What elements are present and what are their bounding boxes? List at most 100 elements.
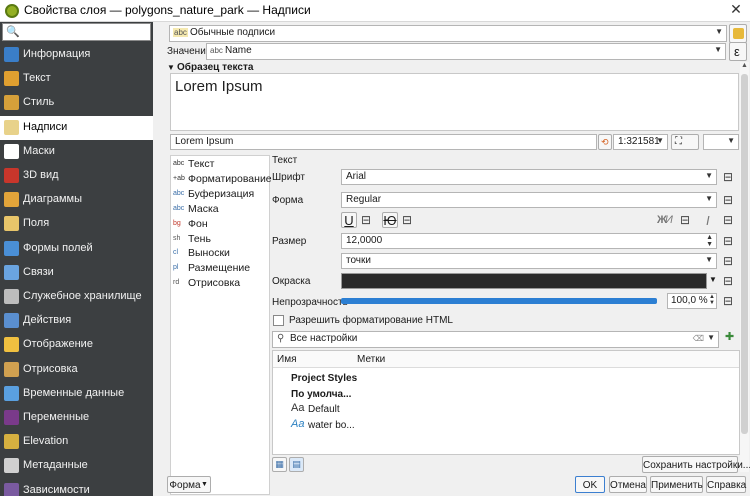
sidebar-item[interactable]: Текст bbox=[0, 67, 153, 91]
data-defined-icon[interactable]: ⊟ bbox=[723, 254, 733, 268]
list-icon: ▤ bbox=[292, 459, 301, 469]
sidebar-item[interactable]: Маски bbox=[0, 140, 153, 164]
data-defined-icon[interactable]: ⊟ bbox=[723, 170, 733, 184]
strikeout-button[interactable]: Ю bbox=[382, 212, 398, 228]
form-menu-button[interactable]: Форма ▼ bbox=[167, 476, 211, 493]
ok-button[interactable]: OK bbox=[575, 476, 605, 493]
settings-tab[interactable]: abc Буферизация bbox=[173, 188, 271, 202]
sidebar-item[interactable]: Стиль bbox=[0, 91, 153, 115]
style-manager-icon[interactable]: ✚ bbox=[725, 330, 734, 343]
sidebar-item-icon bbox=[4, 482, 19, 496]
background-color-combo[interactable]: ▼ bbox=[703, 134, 739, 150]
spin-arrows-icon[interactable]: ▲ ▼ bbox=[706, 234, 713, 248]
data-defined-icon[interactable]: ⊟ bbox=[402, 213, 412, 227]
close-icon[interactable]: ✕ bbox=[728, 1, 744, 18]
sidebar-item[interactable]: Служебное хранилище bbox=[0, 285, 153, 309]
settings-tab[interactable]: abc Текст bbox=[173, 158, 271, 172]
sidebar-item-icon bbox=[4, 410, 19, 425]
tab-label: Отрисовка bbox=[188, 277, 241, 290]
column-header-name[interactable]: Имя bbox=[277, 354, 296, 365]
sidebar-item[interactable]: Переменные bbox=[0, 406, 153, 430]
sidebar-item[interactable]: Поля bbox=[0, 212, 153, 236]
tab-label: Тень bbox=[188, 232, 211, 245]
opacity-value: 100,0 % bbox=[671, 295, 708, 306]
font-combo[interactable]: Arial ▼ bbox=[341, 169, 717, 185]
html-format-label: Разрешить форматирование HTML bbox=[289, 315, 453, 326]
tab-icon: +ab bbox=[173, 174, 185, 182]
opacity-slider[interactable] bbox=[341, 298, 657, 304]
underline-button[interactable]: U bbox=[341, 212, 357, 228]
label-mode-combo[interactable]: abc Обычные подписи ▼ bbox=[169, 25, 727, 42]
sidebar-item-icon bbox=[4, 434, 19, 450]
html-format-checkbox[interactable] bbox=[273, 315, 284, 326]
epsilon-icon: ε bbox=[734, 44, 740, 59]
paint-brush-button[interactable] bbox=[729, 24, 747, 43]
size-spinbox[interactable]: 12,0000 ▲ ▼ bbox=[341, 233, 717, 249]
expression-button[interactable]: ε bbox=[729, 42, 747, 61]
settings-tab[interactable]: pl Размещение bbox=[173, 262, 271, 276]
collapse-arrow-icon[interactable]: ▼ bbox=[167, 63, 175, 72]
table-row[interactable]: Aa water bo... bbox=[273, 418, 739, 433]
scale-combo[interactable]: 1:321581 ▼ bbox=[613, 134, 668, 150]
cancel-button[interactable]: Отмена bbox=[609, 476, 647, 493]
sidebar-item[interactable]: Информация bbox=[0, 43, 153, 67]
size-unit-combo[interactable]: точки ▼ bbox=[341, 253, 717, 269]
sidebar-item[interactable]: Метаданные bbox=[0, 454, 153, 478]
spin-arrows-icon[interactable]: ▲ ▼ bbox=[709, 294, 715, 306]
data-defined-icon[interactable]: ⊟ bbox=[723, 294, 733, 308]
settings-tab[interactable]: bg Фон bbox=[173, 218, 271, 232]
sidebar-item[interactable]: Диаграммы bbox=[0, 188, 153, 212]
sidebar-item[interactable]: Действия bbox=[0, 309, 153, 333]
font-style-combo[interactable]: Regular ▼ bbox=[341, 192, 717, 208]
settings-tab[interactable]: abc Маска bbox=[173, 203, 271, 217]
chevron-down-icon: ▼ bbox=[705, 171, 713, 180]
sample-text-input[interactable]: Lorem Ipsum bbox=[170, 134, 597, 150]
data-defined-icon[interactable]: ⊟ bbox=[723, 234, 733, 248]
value-field-combo[interactable]: abc Name ▼ bbox=[206, 43, 726, 60]
table-row[interactable]: Aa Default bbox=[273, 402, 739, 417]
list-view-button[interactable]: ▤ bbox=[289, 457, 304, 472]
tab-label: Размещение bbox=[188, 262, 251, 275]
main-scrollbar[interactable]: ▲ bbox=[740, 62, 749, 472]
settings-tab[interactable]: cl Выноски bbox=[173, 247, 271, 261]
settings-tab[interactable]: sh Тень bbox=[173, 233, 271, 247]
sample-text-value: Lorem Ipsum bbox=[175, 136, 234, 147]
tab-label: Фон bbox=[188, 217, 208, 230]
sidebar-item[interactable]: Временные данные bbox=[0, 382, 153, 406]
settings-tab[interactable]: rd Отрисовка bbox=[173, 277, 271, 291]
column-header-tags[interactable]: Метки bbox=[357, 354, 385, 365]
strikeout-icon: Ю bbox=[383, 213, 397, 228]
data-defined-icon[interactable]: ⊟ bbox=[361, 213, 371, 227]
apply-button[interactable]: Применить bbox=[650, 476, 703, 493]
italic-button[interactable]: И bbox=[665, 214, 673, 226]
clear-icon[interactable]: ⌫ bbox=[693, 334, 704, 343]
data-defined-icon[interactable]: ⊟ bbox=[680, 213, 690, 227]
italic-toggle[interactable]: I bbox=[706, 213, 710, 228]
sidebar-item[interactable]: Надписи bbox=[0, 115, 153, 140]
sidebar-item[interactable]: 3D вид bbox=[0, 164, 153, 188]
sidebar-item[interactable]: Зависимости bbox=[0, 479, 153, 496]
icon-view-button[interactable]: ▦ bbox=[272, 457, 287, 472]
color-button[interactable] bbox=[341, 273, 707, 289]
scale-from-map-button[interactable]: ⛶ bbox=[671, 134, 699, 150]
sidebar-item[interactable]: Формы полей bbox=[0, 237, 153, 261]
sidebar-search-input[interactable]: 🔍 bbox=[2, 23, 151, 41]
ok-label: OK bbox=[582, 480, 598, 491]
sidebar-item[interactable]: Связи bbox=[0, 261, 153, 285]
styles-search-input[interactable]: ⚲ Все настройки ⌫ ▼ bbox=[272, 331, 719, 348]
scrollbar-thumb[interactable] bbox=[741, 74, 748, 434]
settings-tab[interactable]: +ab Форматирование bbox=[173, 173, 272, 187]
table-row[interactable]: По умолча... bbox=[273, 387, 739, 402]
sidebar-item[interactable]: Отображение bbox=[0, 333, 153, 357]
opacity-spinbox[interactable]: 100,0 % ▲ ▼ bbox=[667, 293, 717, 309]
table-row[interactable]: Project Styles bbox=[273, 371, 739, 386]
data-defined-icon[interactable]: ⊟ bbox=[723, 274, 733, 288]
data-defined-icon[interactable]: ⊟ bbox=[723, 213, 733, 227]
help-button[interactable]: Справка bbox=[706, 476, 746, 493]
sidebar-item[interactable]: Elevation bbox=[0, 430, 153, 454]
sidebar-item[interactable]: Отрисовка bbox=[0, 358, 153, 382]
reset-sample-button[interactable]: ⟲ bbox=[598, 134, 612, 150]
save-settings-button[interactable]: Сохранить настройки... bbox=[642, 456, 750, 473]
chevron-down-icon[interactable]: ▼ bbox=[709, 275, 717, 284]
data-defined-icon[interactable]: ⊟ bbox=[723, 193, 733, 207]
